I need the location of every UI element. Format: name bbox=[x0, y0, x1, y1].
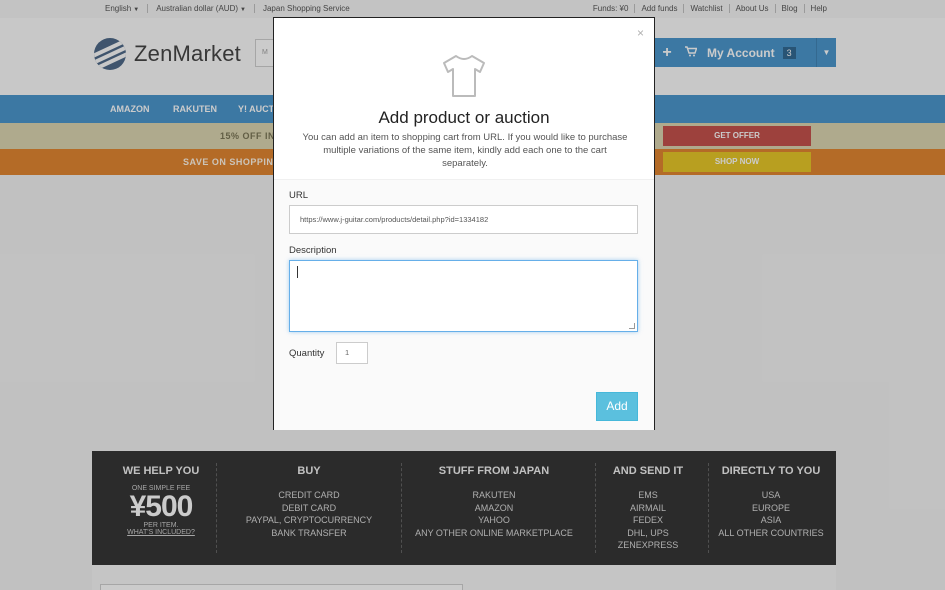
url-label: URL bbox=[289, 190, 309, 201]
description-textarea[interactable] bbox=[289, 260, 638, 332]
resize-handle-icon[interactable] bbox=[629, 323, 635, 329]
description-label: Description bbox=[289, 245, 337, 256]
add-button[interactable]: Add bbox=[596, 392, 638, 421]
t-shirt-icon bbox=[443, 55, 485, 97]
modal-header: Add product or auction You can add an it… bbox=[274, 18, 654, 179]
quantity-input[interactable]: 1 bbox=[336, 342, 368, 364]
text-cursor bbox=[297, 266, 298, 278]
add-product-modal: × Add product or auction You can add an … bbox=[273, 17, 655, 430]
modal-form: URL https://www.j-guitar.com/products/de… bbox=[274, 179, 654, 430]
quantity-label: Quantity bbox=[289, 348, 325, 359]
modal-title: Add product or auction bbox=[378, 108, 550, 127]
modal-description: You can add an item to shopping cart fro… bbox=[302, 132, 628, 169]
url-input[interactable]: https://www.j-guitar.com/products/detail… bbox=[289, 205, 638, 234]
